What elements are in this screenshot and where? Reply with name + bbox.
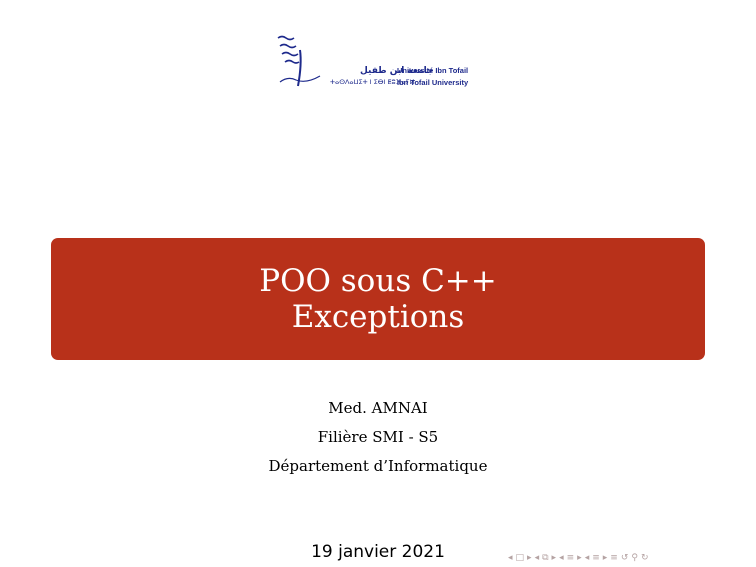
presentation-title: POO sous C++ xyxy=(259,263,497,299)
nav-zoom-icon[interactable]: ⚲ xyxy=(631,553,638,563)
nav-doc-back-icon[interactable]: ◂ xyxy=(585,553,590,563)
nav-doc-icon: ≡ xyxy=(592,553,600,563)
author-program: Filière SMI - S5 xyxy=(317,428,439,446)
nav-search-icon[interactable]: ↺ xyxy=(621,553,629,563)
university-english-name: Ibn Tofail University xyxy=(397,78,469,87)
nav-frame-forward-icon[interactable]: ▸ xyxy=(527,553,532,563)
university-logo: جامعة ابن طفيل Université Ibn Tofail ⵜⴰⵙ… xyxy=(272,32,482,90)
presentation-subtitle: Exceptions xyxy=(291,299,465,335)
nav-frame-icon: □ xyxy=(515,553,525,563)
university-french-name: Université Ibn Tofail xyxy=(397,66,469,75)
nav-frame-back-icon[interactable]: ◂ xyxy=(508,553,513,563)
nav-subsection-forward-icon[interactable]: ▸ xyxy=(552,553,557,563)
author-name: Med. AMNAI xyxy=(328,399,428,417)
nav-section-forward-icon[interactable]: ▸ xyxy=(577,553,582,563)
nav-doc-forward-icon[interactable]: ▸ xyxy=(603,553,608,563)
nav-section-back-icon[interactable]: ◂ xyxy=(559,553,564,563)
title-block: POO sous C++ Exceptions xyxy=(51,238,705,360)
nav-subsection-icon: ⧉ xyxy=(542,553,549,563)
beamer-navigation-bar: ◂ □ ▸ ◂ ⧉ ▸ ◂ ≡ ▸ ◂ ≡ ▸ ≡ ↺ ⚲ ↻ xyxy=(508,551,752,565)
nav-subsection-back-icon[interactable]: ◂ xyxy=(535,553,540,563)
nav-section-icon: ≡ xyxy=(566,553,575,563)
author-department: Département d’Informatique xyxy=(268,457,488,475)
nav-repeat-icon[interactable]: ↻ xyxy=(641,553,649,563)
nav-align-icon[interactable]: ≡ xyxy=(610,553,618,563)
ibn-tofail-emblem-icon xyxy=(277,35,321,87)
